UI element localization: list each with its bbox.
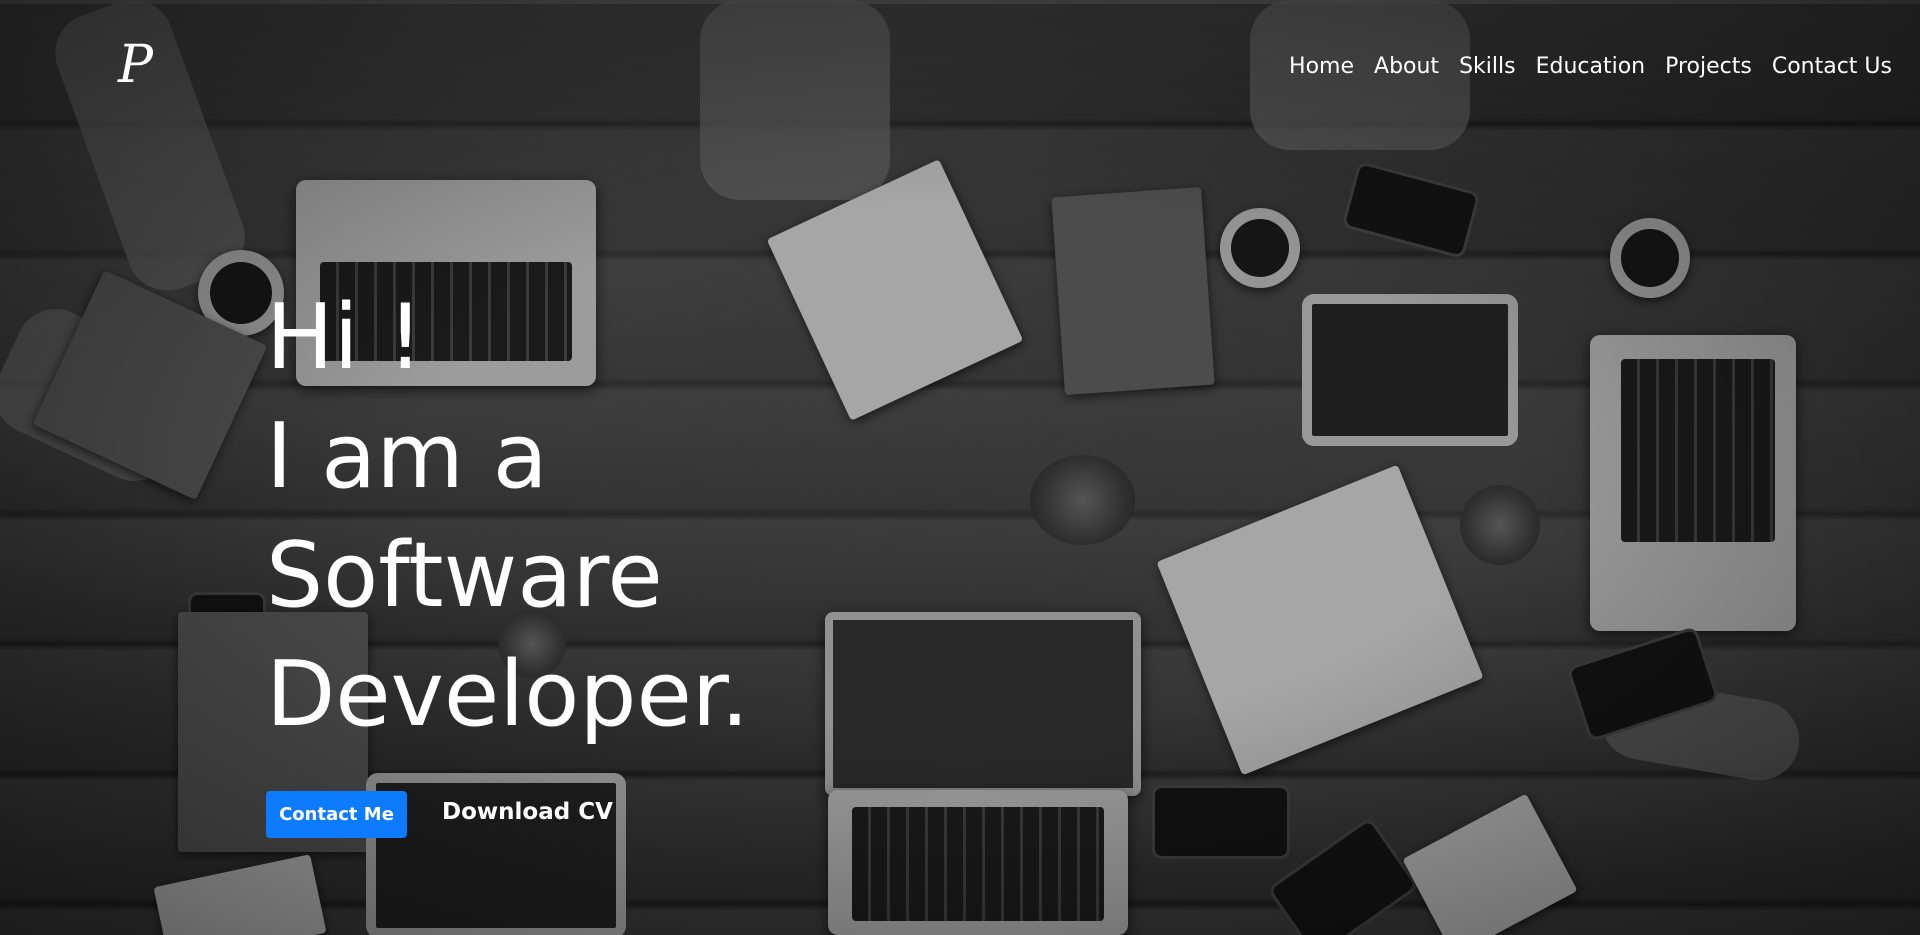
hero-headline: Hi ! I am a Software Developer. [266, 278, 749, 754]
logo-text: P [118, 35, 153, 95]
hero-section: P Home About Skills Education Projects C… [0, 0, 1920, 935]
nav-item-contact-us[interactable]: Contact Us [1772, 50, 1892, 84]
contact-me-button[interactable]: Contact Me [266, 791, 407, 838]
nav-item-about[interactable]: About [1374, 50, 1439, 84]
nav-item-skills[interactable]: Skills [1459, 50, 1516, 84]
nav-item-projects[interactable]: Projects [1665, 50, 1752, 84]
site-logo[interactable]: P [118, 36, 180, 94]
headline-line-role-1: Software [266, 523, 663, 628]
main-nav: Home About Skills Education Projects Con… [1289, 50, 1892, 84]
headline-line-role-2: Developer. [266, 642, 750, 747]
nav-item-education[interactable]: Education [1536, 50, 1646, 84]
headline-line-greeting: Hi ! [266, 285, 424, 390]
download-cv-link[interactable]: Download CV [442, 792, 613, 832]
nav-item-home[interactable]: Home [1289, 50, 1354, 84]
headline-line-intro: I am a [266, 404, 548, 509]
